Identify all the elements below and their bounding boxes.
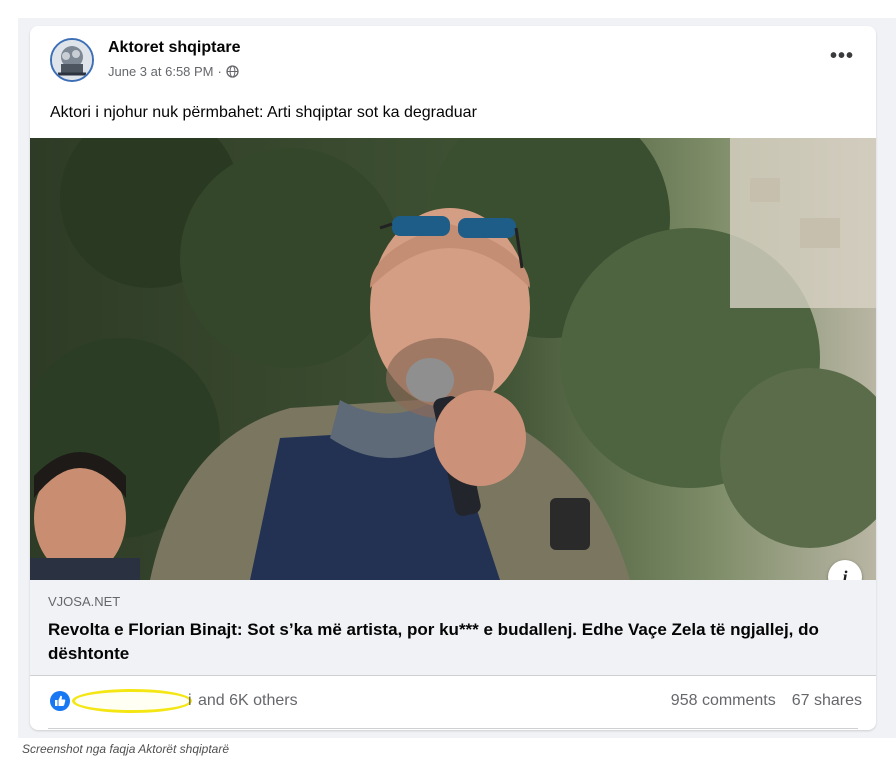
divider <box>48 728 858 729</box>
facebook-post-card: Aktoret shqiptare June 3 at 6:58 PM · ••… <box>30 26 876 730</box>
link-title[interactable]: Revolta e Florian Binajt: Sot s’ka më ar… <box>48 618 828 666</box>
image-caption: Screenshot nga faqja Aktorët shqiptarë <box>22 742 230 756</box>
page-name-link[interactable]: Aktoret shqiptare <box>108 39 240 57</box>
reaction-others-count[interactable]: and 6K others <box>198 692 298 710</box>
post-frame: Aktoret shqiptare June 3 at 6:58 PM · ••… <box>18 18 896 738</box>
comments-count[interactable]: 958 comments <box>671 692 776 710</box>
like-icon[interactable] <box>50 691 70 711</box>
link-preview[interactable]: VJOSA.NET Revolta e Florian Binajt: Sot … <box>30 580 876 676</box>
more-options-button[interactable]: ••• <box>824 46 860 72</box>
post-text: Aktori i njohur nuk përmbahet: Arti shqi… <box>50 104 477 121</box>
engagement-counts: 958 comments 67 shares <box>671 692 862 710</box>
link-preview-image[interactable] <box>30 138 876 580</box>
post-header: Aktoret shqiptare June 3 at 6:58 PM · ••… <box>30 26 876 96</box>
reactions-bar: i and 6K others 958 comments 67 shares <box>30 676 876 730</box>
link-domain: VJOSA.NET <box>48 594 121 609</box>
globe-icon[interactable] <box>226 65 239 78</box>
post-timestamp[interactable]: June 3 at 6:58 PM <box>108 64 214 79</box>
page-avatar[interactable] <box>50 38 94 82</box>
post-meta: June 3 at 6:58 PM · <box>108 64 239 79</box>
shares-count[interactable]: 67 shares <box>792 692 862 710</box>
redaction-highlight <box>72 689 192 713</box>
meta-separator: · <box>217 64 222 79</box>
reaction-names-fragment[interactable]: i <box>188 692 192 710</box>
